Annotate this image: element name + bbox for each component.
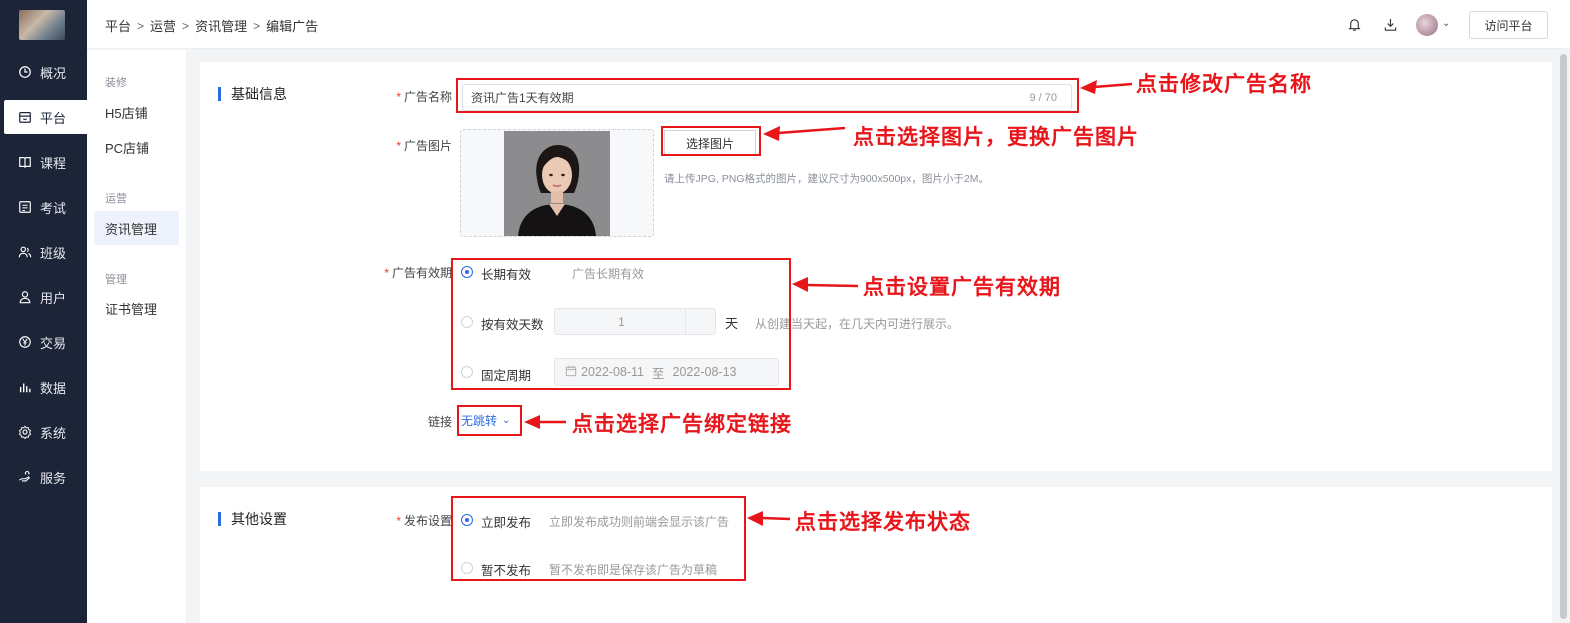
- annotation-box-name: [456, 78, 1079, 113]
- bell-icon[interactable]: [1345, 15, 1363, 33]
- top-header: 平台 > 运营 > 资讯管理 > 编辑广告 ⌄ 访问平台: [87, 0, 1570, 49]
- visit-platform-button[interactable]: 访问平台: [1469, 11, 1548, 39]
- portrait-image: [504, 131, 610, 236]
- sidebar-item-data[interactable]: 数据: [4, 370, 87, 404]
- annotation-text-name: 点击修改广告名称: [1136, 71, 1312, 96]
- bar-chart-icon: [17, 379, 33, 395]
- subnav-item-h5-store[interactable]: H5店铺: [94, 95, 179, 129]
- annotation-box-image: [661, 126, 761, 156]
- subnav-group-title: 装修: [105, 77, 127, 89]
- annotation-text-validity: 点击设置广告有效期: [863, 274, 1061, 299]
- sidebar-item-exam[interactable]: 考试: [4, 190, 87, 224]
- annotation-box-publish: [451, 496, 746, 581]
- main-sidebar: 概况 平台 课程 考试 班级 用户 交易 数据 系统 服务: [0, 0, 87, 623]
- sidebar-item-system[interactable]: 系统: [4, 415, 87, 449]
- breadcrumb: 平台 > 运营 > 资讯管理 > 编辑广告: [105, 16, 318, 35]
- section-title-basic: 基础信息: [218, 84, 287, 104]
- subnav-group-title: 运营: [105, 193, 127, 205]
- group-icon: [17, 244, 33, 260]
- sidebar-item-label: 交易: [40, 335, 67, 351]
- user-icon: [17, 289, 33, 305]
- sub-sidebar: 装修 H5店铺 PC店铺 运营 资讯管理 管理 证书管理: [87, 50, 186, 623]
- brand-logo[interactable]: [19, 10, 65, 40]
- avatar[interactable]: [1416, 14, 1438, 36]
- exam-icon: [17, 199, 33, 215]
- breadcrumb-item[interactable]: 资讯管理: [195, 16, 247, 35]
- sidebar-item-label: 平台: [40, 110, 67, 126]
- section-title-other: 其他设置: [218, 509, 287, 529]
- publish-label: * 发布设置: [396, 514, 452, 528]
- gear-icon: [17, 424, 33, 440]
- book-icon: [17, 154, 33, 170]
- annotation-text-image: 点击选择图片，更换广告图片: [853, 124, 1139, 149]
- download-icon[interactable]: [1381, 15, 1399, 33]
- image-hint: 请上传JPG, PNG格式的图片，建议尺寸为900x500px，图片小于2M。: [664, 173, 989, 185]
- sidebar-item-label: 考试: [40, 200, 67, 216]
- scrollbar-thumb[interactable]: [1560, 54, 1567, 619]
- sidebar-item-platform[interactable]: 平台: [4, 100, 87, 134]
- sidebar-item-overview[interactable]: 概况: [4, 55, 87, 89]
- chevron-down-icon[interactable]: ⌄: [1442, 18, 1450, 29]
- sidebar-item-class[interactable]: 班级: [4, 235, 87, 269]
- hand-icon: [17, 469, 33, 485]
- sidebar-item-label: 用户: [40, 290, 67, 306]
- annotation-text-link: 点击选择广告绑定链接: [572, 411, 792, 436]
- sidebar-item-course[interactable]: 课程: [4, 145, 87, 179]
- sidebar-item-service[interactable]: 服务: [4, 460, 87, 494]
- sidebar-item-user[interactable]: 用户: [4, 280, 87, 314]
- sidebar-item-label: 概况: [40, 65, 67, 81]
- annotation-box-link: [457, 405, 522, 436]
- ad-image-label: * 广告图片: [396, 139, 452, 153]
- link-label: 链接: [427, 415, 452, 429]
- chevron-right-icon: >: [253, 18, 261, 33]
- breadcrumb-item[interactable]: 运营: [150, 16, 176, 35]
- subnav-group-title: 管理: [105, 274, 127, 286]
- sidebar-item-trade[interactable]: 交易: [4, 325, 87, 359]
- yen-icon: [17, 334, 33, 350]
- subnav-item-news-manage[interactable]: 资讯管理: [94, 211, 179, 245]
- clock-icon: [17, 64, 33, 80]
- store-icon: [17, 109, 33, 125]
- ad-name-label: * 广告名称: [396, 90, 452, 104]
- annotation-text-publish: 点击选择发布状态: [795, 509, 971, 534]
- sidebar-item-label: 班级: [40, 245, 67, 261]
- annotation-box-validity: [451, 258, 791, 390]
- subnav-item-pc-store[interactable]: PC店铺: [94, 130, 179, 164]
- breadcrumb-current: 编辑广告: [266, 19, 319, 34]
- chevron-right-icon: >: [182, 18, 190, 33]
- sidebar-item-label: 数据: [40, 380, 67, 396]
- sidebar-item-label: 系统: [40, 425, 67, 441]
- subnav-item-cert-manage[interactable]: 证书管理: [94, 291, 179, 325]
- breadcrumb-item[interactable]: 平台: [105, 16, 131, 35]
- validity-label: * 广告有效期: [384, 266, 452, 280]
- chevron-right-icon: >: [137, 18, 145, 33]
- sidebar-item-label: 服务: [40, 470, 67, 486]
- sidebar-item-label: 课程: [40, 155, 67, 171]
- ad-image-preview[interactable]: [460, 129, 654, 237]
